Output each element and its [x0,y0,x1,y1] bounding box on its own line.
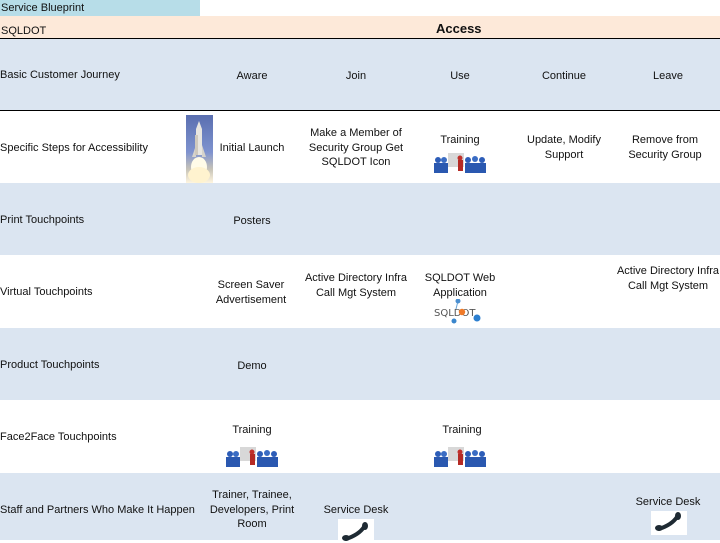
telephone-icon [651,511,687,535]
space-shuttle-launch-image [186,115,213,183]
staff-aware: Trainer, Trainee, Developers, Print Room [209,489,295,530]
organization-name: SQLDOT [1,25,47,37]
staff-leave: Service Desk [635,496,701,508]
face2face-row: Face2Face Touchpoints Training Training [0,400,720,473]
telephone-icon [338,519,374,543]
step-leave: Remove from Security Group [628,134,702,161]
virtual-join: Active Directory Infra Call Mgt System [304,272,408,299]
face2face-use: Training [442,424,482,436]
training-presentation-image [434,151,486,173]
staff-row: Staff and Partners Who Make It Happen Tr… [0,473,720,543]
row-label-print: Print Touchpoints [0,214,85,226]
sqldot-logo: SQLDOT [432,299,488,325]
phase-band: SQLDOT Access [0,16,720,39]
step-aware: Initial Launch [219,142,285,154]
row-label-journey: Basic Customer Journey [0,69,120,81]
stage-aware: Aware [236,70,268,82]
stage-use: Use [450,70,470,82]
journey-row: Basic Customer Journey Aware Join Use Co… [0,39,720,111]
phase-title: Access [436,21,482,36]
step-continue: Update, Modify Support [527,134,601,161]
training-presentation-image [434,445,486,467]
product-aware: Demo [237,360,267,372]
row-label-product: Product Touchpoints [0,359,100,371]
print-row: Print Touchpoints Posters [0,183,720,255]
row-label-staff: Staff and Partners Who Make It Happen [0,504,195,516]
row-label-steps: Specific Steps for Accessibility [0,142,148,154]
virtual-leave: Active Directory Infra Call Mgt System [616,265,720,292]
product-row: Product Touchpoints Demo [0,328,720,400]
training-presentation-image [226,445,278,467]
title-band: Service Blueprint [0,0,200,16]
step-join: Make a Member of Security Group Get SQLD… [308,127,404,168]
virtual-aware: Screen Saver Advertisement [215,279,287,306]
face2face-aware: Training [232,424,272,436]
row-label-virtual: Virtual Touchpoints [0,286,93,298]
stage-leave: Leave [653,70,683,82]
steps-row: Specific Steps for Accessibility Initial… [0,111,720,183]
staff-join: Service Desk [323,504,389,516]
virtual-row: Virtual Touchpoints Screen Saver Adverti… [0,255,720,328]
print-aware: Posters [233,215,271,227]
stage-join: Join [345,70,367,82]
blueprint-title: Service Blueprint [1,2,85,14]
sqldot-logo-text: SQLDOT [434,308,476,319]
virtual-use: SQLDOT Web Application [424,272,496,299]
stage-continue: Continue [541,70,587,82]
row-label-face2face: Face2Face Touchpoints [0,431,117,443]
step-use: Training [440,134,480,146]
